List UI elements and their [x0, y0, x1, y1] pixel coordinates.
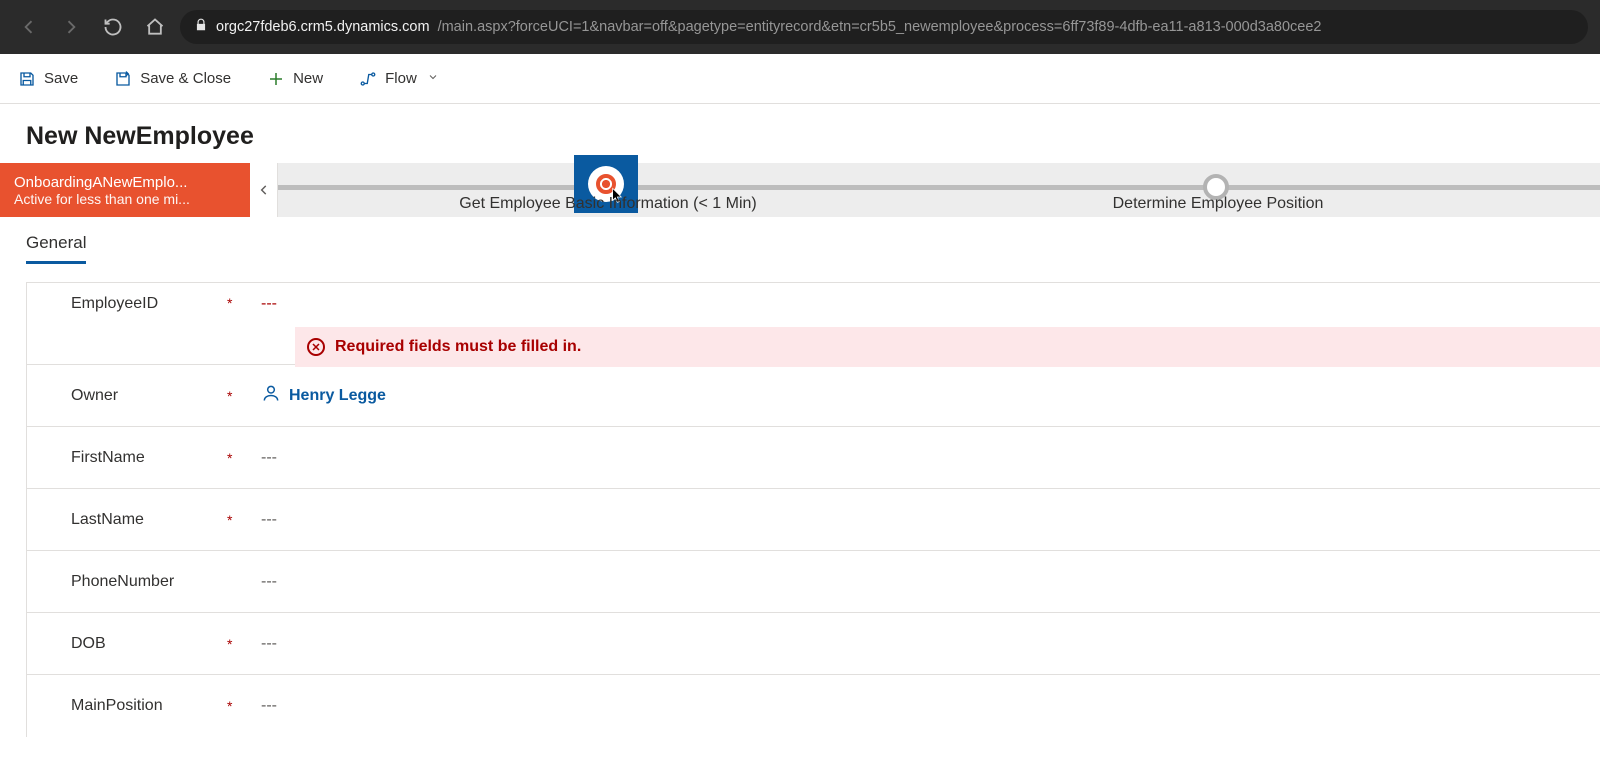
url-path: /main.aspx?forceUCI=1&navbar=off&pagetyp…	[438, 19, 1322, 35]
tab-list: General	[0, 217, 1600, 264]
required-indicator: *	[227, 698, 255, 714]
field-owner[interactable]: Owner * Henry Legge	[27, 365, 1600, 427]
bpf-collapse-button[interactable]	[250, 163, 278, 217]
error-icon: ✕	[307, 338, 325, 356]
save-icon	[18, 70, 36, 88]
field-label: DOB	[27, 635, 227, 653]
form-section: EmployeeID * --- ✕ Required fields must …	[26, 282, 1600, 737]
bpf-process-header[interactable]: OnboardingANewEmplo... Active for less t…	[0, 163, 250, 217]
plus-icon	[267, 70, 285, 88]
field-phonenumber[interactable]: PhoneNumber ---	[27, 551, 1600, 613]
nav-back-button[interactable]	[12, 10, 46, 44]
save-close-button[interactable]: Save & Close	[108, 66, 237, 92]
field-label: LastName	[27, 511, 227, 529]
tab-general-label: General	[26, 233, 86, 252]
required-indicator: *	[227, 636, 255, 652]
field-label: MainPosition	[27, 697, 227, 715]
address-bar[interactable]: orgc27fdeb6.crm5.dynamics.com/main.aspx?…	[180, 10, 1588, 44]
field-label: FirstName	[27, 449, 227, 467]
lock-icon	[194, 18, 208, 36]
required-indicator: *	[227, 512, 255, 528]
field-value[interactable]: ---	[255, 635, 1600, 653]
field-label: Owner	[27, 387, 227, 405]
save-label: Save	[44, 70, 78, 87]
field-value[interactable]: ---	[255, 511, 1600, 529]
flow-icon	[359, 70, 377, 88]
browser-chrome: orgc27fdeb6.crm5.dynamics.com/main.aspx?…	[0, 0, 1600, 54]
save-close-icon	[114, 70, 132, 88]
owner-name: Henry Legge	[289, 387, 386, 405]
bpf-stage-1-label: Get Employee Basic Information (< 1 Min)	[459, 195, 756, 213]
nav-reload-button[interactable]	[96, 10, 130, 44]
page-title: New NewEmployee	[26, 122, 1574, 151]
bpf-process-duration: Active for less than one mi...	[14, 191, 238, 207]
url-domain: orgc27fdeb6.crm5.dynamics.com	[216, 19, 430, 35]
nav-forward-button[interactable]	[54, 10, 88, 44]
bpf-stage-2[interactable]: Determine Employee Position	[1018, 163, 1418, 217]
bpf-stage-2-label: Determine Employee Position	[1113, 195, 1324, 213]
field-label: PhoneNumber	[27, 573, 227, 591]
field-value[interactable]: ---	[255, 697, 1600, 715]
business-process-flow: OnboardingANewEmplo... Active for less t…	[0, 163, 1600, 217]
field-dob[interactable]: DOB * ---	[27, 613, 1600, 675]
field-mainposition[interactable]: MainPosition * ---	[27, 675, 1600, 737]
tab-general[interactable]: General	[26, 233, 86, 264]
new-label: New	[293, 70, 323, 87]
required-indicator: *	[227, 388, 255, 404]
chevron-down-icon	[427, 71, 439, 86]
save-button[interactable]: Save	[12, 66, 84, 92]
owner-lookup[interactable]: Henry Legge	[261, 383, 386, 408]
error-text: Required fields must be filled in.	[335, 338, 581, 356]
field-value[interactable]: Henry Legge	[255, 383, 1600, 408]
save-close-label: Save & Close	[140, 70, 231, 87]
bpf-process-name: OnboardingANewEmplo...	[14, 174, 238, 191]
field-value[interactable]: ---	[255, 449, 1600, 467]
page-header: New NewEmployee	[0, 104, 1600, 163]
flow-label: Flow	[385, 70, 417, 87]
bpf-stages: Get Employee Basic Information (< 1 Min)…	[278, 163, 1600, 217]
error-banner: ✕ Required fields must be filled in.	[295, 327, 1600, 367]
required-indicator: *	[227, 450, 255, 466]
field-label: EmployeeID	[27, 295, 227, 313]
flow-button[interactable]: Flow	[353, 66, 445, 92]
field-lastname[interactable]: LastName * ---	[27, 489, 1600, 551]
person-icon	[261, 383, 281, 408]
required-indicator: *	[227, 295, 255, 311]
field-value[interactable]: ---	[255, 573, 1600, 591]
field-value[interactable]: ---	[255, 295, 1600, 313]
bpf-stage-1[interactable]: Get Employee Basic Information (< 1 Min)	[358, 163, 858, 217]
command-bar: Save Save & Close New Flow	[0, 54, 1600, 104]
nav-home-button[interactable]	[138, 10, 172, 44]
new-button[interactable]: New	[261, 66, 329, 92]
field-employeeid[interactable]: EmployeeID * --- ✕ Required fields must …	[27, 283, 1600, 365]
field-firstname[interactable]: FirstName * ---	[27, 427, 1600, 489]
